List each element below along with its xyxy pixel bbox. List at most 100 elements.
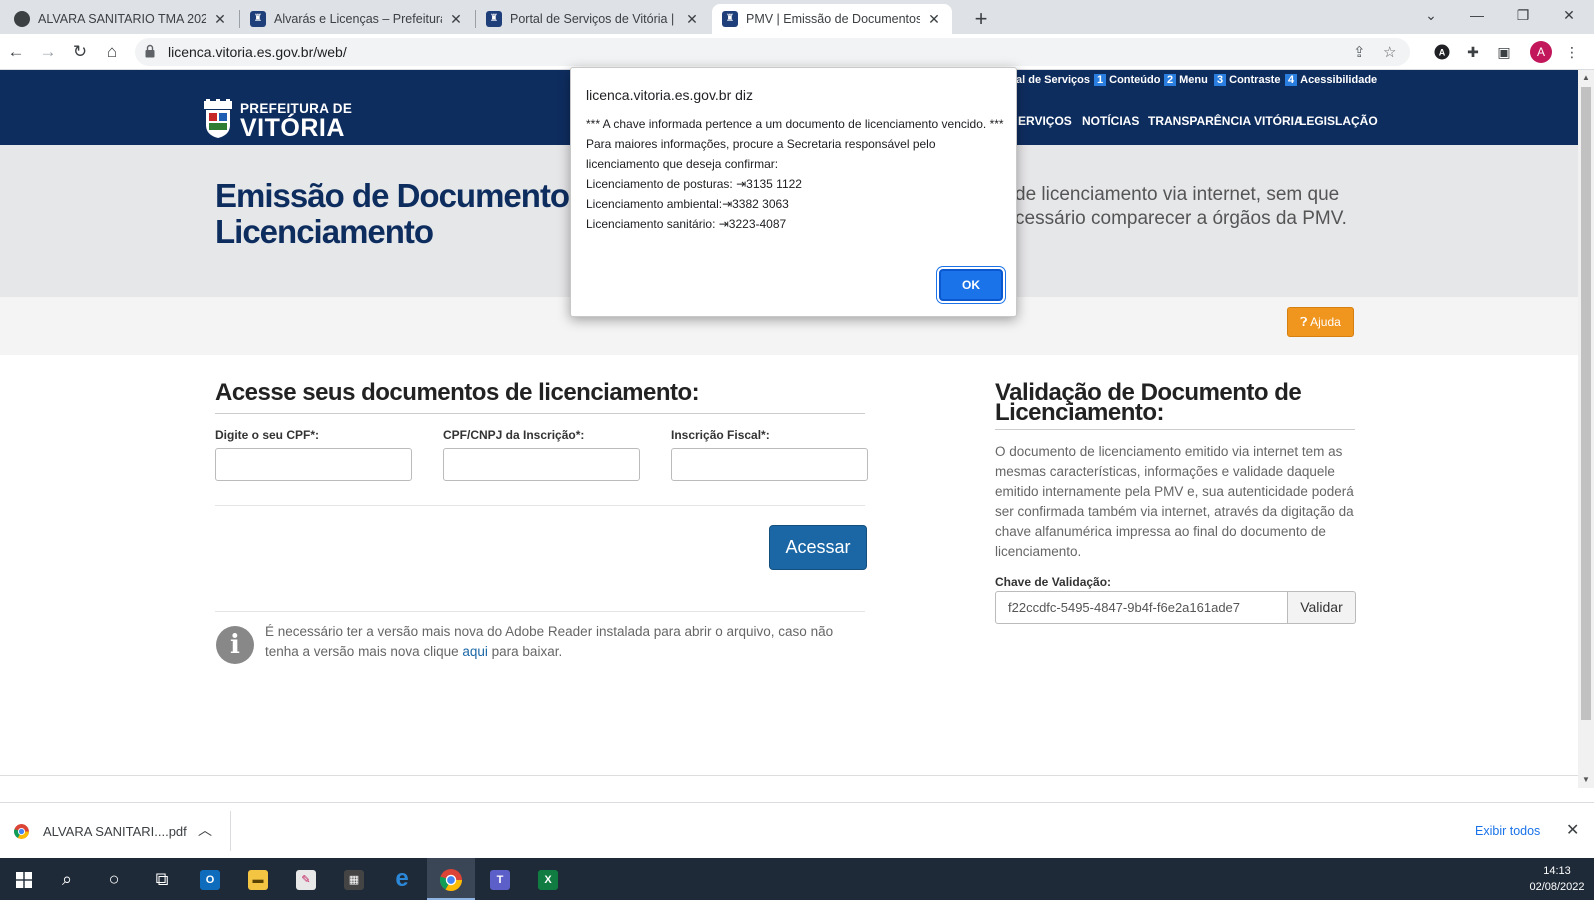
excel-icon[interactable]: X [524,858,572,900]
dialog-message: *** A chave informada pertence a um docu… [586,114,1006,234]
bookmark-star-icon[interactable]: ☆ [1383,43,1396,61]
internet-explorer-icon[interactable]: e [378,858,426,900]
windows-taskbar: ⌕ ○ ⧉ O ▬ ✎ ▦ e T X 14:13 02/08/2022 [0,858,1594,900]
dialog-line: Licenciamento ambiental:⇥3382 3063 [586,197,789,211]
globe-icon [14,11,30,27]
tab-title: Alvarás e Licenças – Prefeitura de [274,12,442,26]
menu-legislacao[interactable]: LEGISLAÇÃO [1299,114,1378,128]
reload-icon[interactable]: ↻ [68,40,92,64]
dialog-line: Para maiores informações, procure a Secr… [586,137,936,171]
validation-key-input[interactable]: f22ccdfc-5495-4847-9b4f-f6e2a161ade7 [995,591,1288,624]
show-all-downloads-link[interactable]: Exibir todos [1475,824,1540,838]
validation-key-label: Chave de Validação: [995,575,1112,589]
browser-tab-alvara-pdf[interactable]: ALVARA SANITARIO TMA 2021.pdf ✕ [4,4,238,34]
calculator-icon[interactable]: ▦ [330,858,378,900]
cortana-circle-icon[interactable]: ○ [90,858,138,900]
profile-avatar[interactable]: A [1530,41,1552,63]
task-view-icon[interactable]: ⧉ [138,858,186,900]
close-icon[interactable]: ✕ [684,11,700,28]
divider [215,611,865,612]
tab-search-chevron-icon[interactable]: ⌄ [1408,0,1454,30]
dialog-line: Licenciamento sanitário: ⇥3223-4087 [586,217,787,231]
help-button[interactable]: ❓︎ Ajuda [1287,307,1354,337]
extension-a-icon[interactable]: A [1432,42,1452,62]
divider [215,505,865,506]
forward-arrow-icon[interactable]: → [36,40,60,64]
menu-servicos[interactable]: ERVIÇOS [1018,114,1072,128]
help-button-label: Ajuda [1310,315,1341,329]
scrollbar-thumb[interactable] [1581,87,1591,720]
close-icon[interactable]: ✕ [212,11,228,28]
close-icon[interactable]: ✕ [448,11,464,28]
restore-icon[interactable]: ❐ [1500,0,1546,30]
access-heading: Acesse seus documentos de licenciamento: [215,379,865,414]
menu-noticias[interactable]: NOTÍCIAS [1082,114,1139,128]
acessar-button[interactable]: Acessar [769,525,867,570]
portal-servicos-link[interactable]: al de Serviços [1016,74,1090,86]
chrome-taskbar-icon[interactable] [427,858,475,900]
info-icon: i [216,626,254,664]
clock-time: 14:13 [1543,865,1571,877]
lock-icon [145,44,155,58]
menu-transparencia[interactable]: TRANSPARÊNCIA VITÓRIA [1148,114,1303,128]
windows-start-icon[interactable] [0,858,48,900]
chrome-menu-icon[interactable]: ⋮ [1562,42,1582,62]
dialog-title: licenca.vitoria.es.gov.br diz [586,87,754,103]
share-icon[interactable]: ⇪ [1353,43,1366,61]
browser-tab-strip: ALVARA SANITARIO TMA 2021.pdf ✕ ♜ Alvará… [0,0,1594,34]
scroll-down-arrow-icon[interactable]: ▼ [1582,775,1590,784]
skip-to-content-link[interactable]: 1 Conteúdo [1094,74,1160,86]
prefeitura-logo[interactable]: PREFEITURA DE VITÓRIA [202,97,362,142]
paint-icon[interactable]: ✎ [282,858,330,900]
logo-line-2: VITÓRIA [240,114,345,142]
inscricao-fiscal-input[interactable] [671,448,868,481]
close-icon[interactable]: ✕ [926,11,942,28]
dialog-line: *** A chave informada pertence a um docu… [586,117,1004,131]
hero-description: de licenciamento via internet, sem que c… [1015,184,1347,229]
adobe-download-link[interactable]: aqui [462,644,488,659]
download-bar-close-icon[interactable]: ✕ [1566,820,1579,840]
file-explorer-icon[interactable]: ▬ [234,858,282,900]
browser-toolbar: ← → ↻ ⌂ licenca.vitoria.es.gov.br/web/ ⇪… [0,34,1594,70]
pmv-crest-icon: ♜ [486,11,502,27]
browser-tab-alvaras[interactable]: ♜ Alvarás e Licenças – Prefeitura de ✕ [240,4,474,34]
minimize-icon[interactable]: — [1454,0,1500,30]
window-close-icon[interactable]: ✕ [1546,0,1592,30]
cpf-label: Digite o seu CPF*: [215,428,320,442]
chevron-up-icon[interactable]: ︿ [198,820,212,840]
dialog-line: Licenciamento de posturas: ⇥3135 1122 [586,177,802,191]
browser-tab-portal[interactable]: ♜ Portal de Serviços de Vitória | Cid ✕ [476,4,710,34]
new-tab-plus-icon[interactable]: + [968,6,994,32]
browser-tab-pmv-active[interactable]: ♜ PMV | Emissão de Documentos d ✕ [712,4,952,34]
page-scrollbar[interactable]: ▲ ▼ [1578,70,1594,788]
taskbar-clock[interactable]: 14:13 02/08/2022 [1522,863,1592,895]
cpf-cnpj-inscricao-input[interactable] [443,448,640,481]
download-file-name[interactable]: ALVARA SANITARI....pdf [43,824,187,839]
home-icon[interactable]: ⌂ [100,40,124,64]
contrast-link[interactable]: 3 Contraste [1214,74,1280,86]
pmv-crest-icon: ♜ [722,11,738,27]
validar-button[interactable]: Validar [1288,591,1356,624]
address-bar[interactable]: licenca.vitoria.es.gov.br/web/ ⇪ ☆ [135,38,1410,66]
validation-heading: Validação de Documento de Licenciamento: [995,381,1355,430]
tab-title: PMV | Emissão de Documentos d [746,12,920,26]
teams-icon[interactable]: T [476,858,524,900]
outlook-icon[interactable]: O [186,858,234,900]
page-bottom-border [0,775,1578,776]
cpf-input[interactable] [215,448,412,481]
pmv-crest-icon: ♜ [250,11,266,27]
skip-to-menu-link[interactable]: 2 Menu [1164,74,1208,86]
chrome-file-icon [14,824,29,839]
cpf-cnpj-inscricao-label: CPF/CNPJ da Inscrição*: [443,428,585,442]
url-text: licenca.vitoria.es.gov.br/web/ [168,44,347,60]
side-panel-icon[interactable]: ▣ [1494,42,1514,62]
extensions-puzzle-icon[interactable]: ✚ [1463,42,1483,62]
download-bar: ALVARA SANITARI....pdf ︿ Exibir todos ✕ [0,802,1594,858]
accessibility-link[interactable]: 4 Acessibilidade [1285,74,1377,86]
download-separator [230,811,231,851]
back-arrow-icon[interactable]: ← [4,40,28,64]
scroll-up-arrow-icon[interactable]: ▲ [1582,73,1590,82]
dialog-ok-button[interactable]: OK [939,269,1003,301]
search-icon[interactable]: ⌕ [43,858,91,900]
svg-text:A: A [1439,48,1446,58]
